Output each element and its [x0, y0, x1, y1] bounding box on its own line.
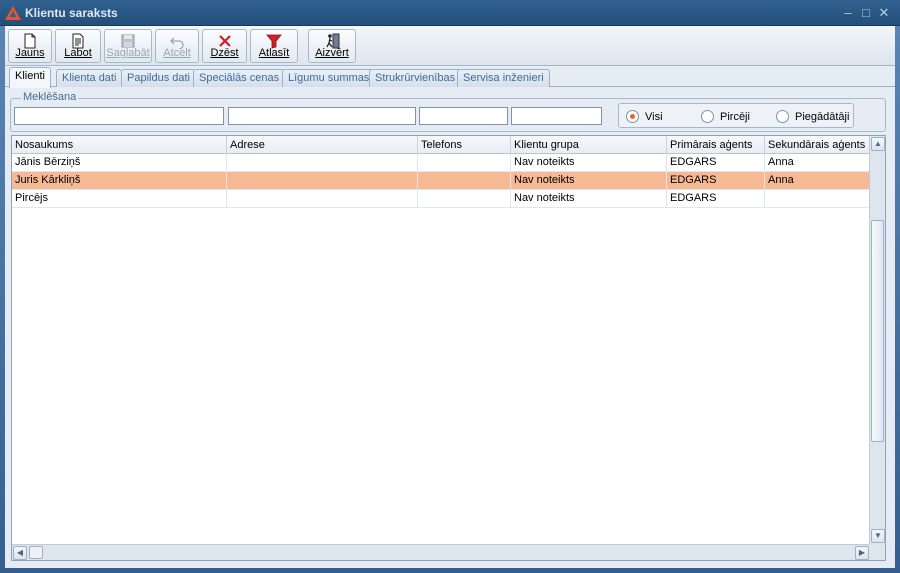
scroll-down-icon[interactable]: ▼: [871, 529, 885, 543]
window-title: Klientu saraksts: [25, 6, 118, 20]
tab-servisa-inzenieri[interactable]: Servisa inženieri: [457, 69, 550, 87]
scroll-right-icon[interactable]: ▶: [855, 546, 869, 560]
search-phone-input[interactable]: [419, 107, 508, 125]
filter-button-label: Atlasīt: [258, 47, 290, 59]
new-button[interactable]: Jauns: [8, 29, 52, 63]
minimize-icon[interactable]: –: [840, 5, 856, 21]
window-client-area: Jauns Labot Saglabāt Atcelt Dzēst Atlasī…: [5, 26, 895, 568]
column-header-adrese[interactable]: Adrese: [227, 136, 418, 154]
table-row[interactable]: Jānis Bērziņš Nav noteikts EDGARS Anna: [12, 154, 870, 172]
cell-primarais-agents: EDGARS: [667, 154, 765, 172]
radio-pirceji-label: Pircēji: [720, 111, 750, 123]
title-bar[interactable]: Klientu saraksts – □ ✕: [0, 0, 900, 26]
cell-primarais-agents: EDGARS: [667, 190, 765, 208]
radio-visi-circle: [626, 110, 639, 123]
close-window-icon[interactable]: ✕: [876, 5, 892, 21]
cell-sekundarais-agents: Anna: [765, 172, 870, 190]
scroll-up-icon[interactable]: ▲: [871, 137, 885, 151]
tab-ligumu-summas[interactable]: Līgumu summas: [282, 69, 376, 87]
radio-pirceji-circle: [701, 110, 714, 123]
client-type-radio-group: Visi Pircēji Piegādātāji: [618, 103, 854, 128]
cell-nosaukums: Jānis Bērziņš: [12, 154, 227, 172]
close-button-label: Aizvērt: [315, 47, 349, 59]
column-header-primarais-agents[interactable]: Primārais aģents: [667, 136, 765, 154]
column-header-nosaukums[interactable]: Nosaukums: [12, 136, 227, 154]
search-address-input[interactable]: [228, 107, 416, 125]
cell-klientu-grupa: Nav noteikts: [511, 172, 667, 190]
maximize-icon[interactable]: □: [858, 5, 874, 21]
column-header-telefons[interactable]: Telefons: [418, 136, 511, 154]
scrollbar-corner: [869, 544, 885, 560]
grid-header: Nosaukums Adrese Telefons Klientu grupa …: [12, 136, 870, 154]
edit-button[interactable]: Labot: [55, 29, 101, 63]
app-logo-icon: [5, 6, 21, 20]
scroll-left-icon[interactable]: ◀: [13, 546, 27, 560]
vertical-scrollbar[interactable]: ▲ ▼: [869, 136, 885, 544]
tab-strukturvienibas[interactable]: Strukrūrvienības: [369, 69, 462, 87]
delete-button[interactable]: Dzēst: [202, 29, 247, 63]
cancel-button-label: Atcelt: [163, 47, 191, 59]
tab-bar: Klienti Klienta dati Papildus dati Speci…: [5, 67, 895, 88]
cell-telefons: [418, 154, 511, 172]
filter-button[interactable]: Atlasīt: [250, 29, 298, 63]
cell-adrese: [227, 190, 418, 208]
cell-nosaukums: Pircējs: [12, 190, 227, 208]
search-name-input[interactable]: [14, 107, 224, 125]
column-header-klientu-grupa[interactable]: Klientu grupa: [511, 136, 667, 154]
cell-adrese: [227, 172, 418, 190]
search-group-input[interactable]: [511, 107, 602, 125]
table-row[interactable]: Pircējs Nav noteikts EDGARS: [12, 190, 870, 208]
table-row-selected[interactable]: Juris Kārkliņš Nav noteikts EDGARS Anna: [12, 172, 870, 190]
new-button-label: Jauns: [15, 47, 45, 59]
toolbar: Jauns Labot Saglabāt Atcelt Dzēst Atlasī…: [5, 26, 895, 66]
close-button[interactable]: Aizvērt: [308, 29, 356, 63]
delete-button-label: Dzēst: [210, 47, 239, 59]
cell-nosaukums: Juris Kārkliņš: [12, 172, 227, 190]
cell-klientu-grupa: Nav noteikts: [511, 190, 667, 208]
cell-sekundarais-agents: [765, 190, 870, 208]
cell-adrese: [227, 154, 418, 172]
cancel-button[interactable]: Atcelt: [155, 29, 199, 63]
horizontal-scroll-thumb[interactable]: [29, 546, 43, 559]
clients-grid: Nosaukums Adrese Telefons Klientu grupa …: [11, 135, 886, 561]
search-legend: Meklēšana: [21, 91, 79, 103]
save-button-label: Saglabāt: [106, 47, 150, 59]
cell-telefons: [418, 190, 511, 208]
column-header-sekundarais-agents[interactable]: Sekundārais aģents: [765, 136, 870, 154]
tab-papildus-dati[interactable]: Papildus dati: [121, 69, 196, 87]
horizontal-scrollbar[interactable]: ◀ ▶: [12, 544, 870, 560]
cell-sekundarais-agents: Anna: [765, 154, 870, 172]
tab-specialas-cenas[interactable]: Speciālās cenas: [193, 69, 286, 87]
radio-visi-label: Visi: [645, 111, 663, 123]
radio-piegadataji-circle: [776, 110, 789, 123]
search-group: Meklēšana Visi Pircēji Piegādātāji: [10, 91, 886, 132]
tab-klienta-dati[interactable]: Klienta dati: [56, 69, 123, 87]
tab-klienti[interactable]: Klienti: [9, 67, 51, 88]
cell-telefons: [418, 172, 511, 190]
app-window: Klientu saraksts – □ ✕ Jauns Labot Sagla…: [0, 0, 900, 573]
save-button[interactable]: Saglabāt: [104, 29, 152, 63]
edit-button-label: Labot: [64, 47, 92, 59]
cell-primarais-agents: EDGARS: [667, 172, 765, 190]
vertical-scroll-thumb[interactable]: [871, 220, 884, 442]
cell-klientu-grupa: Nav noteikts: [511, 154, 667, 172]
radio-piegadataji-label: Piegādātāji: [795, 111, 850, 123]
